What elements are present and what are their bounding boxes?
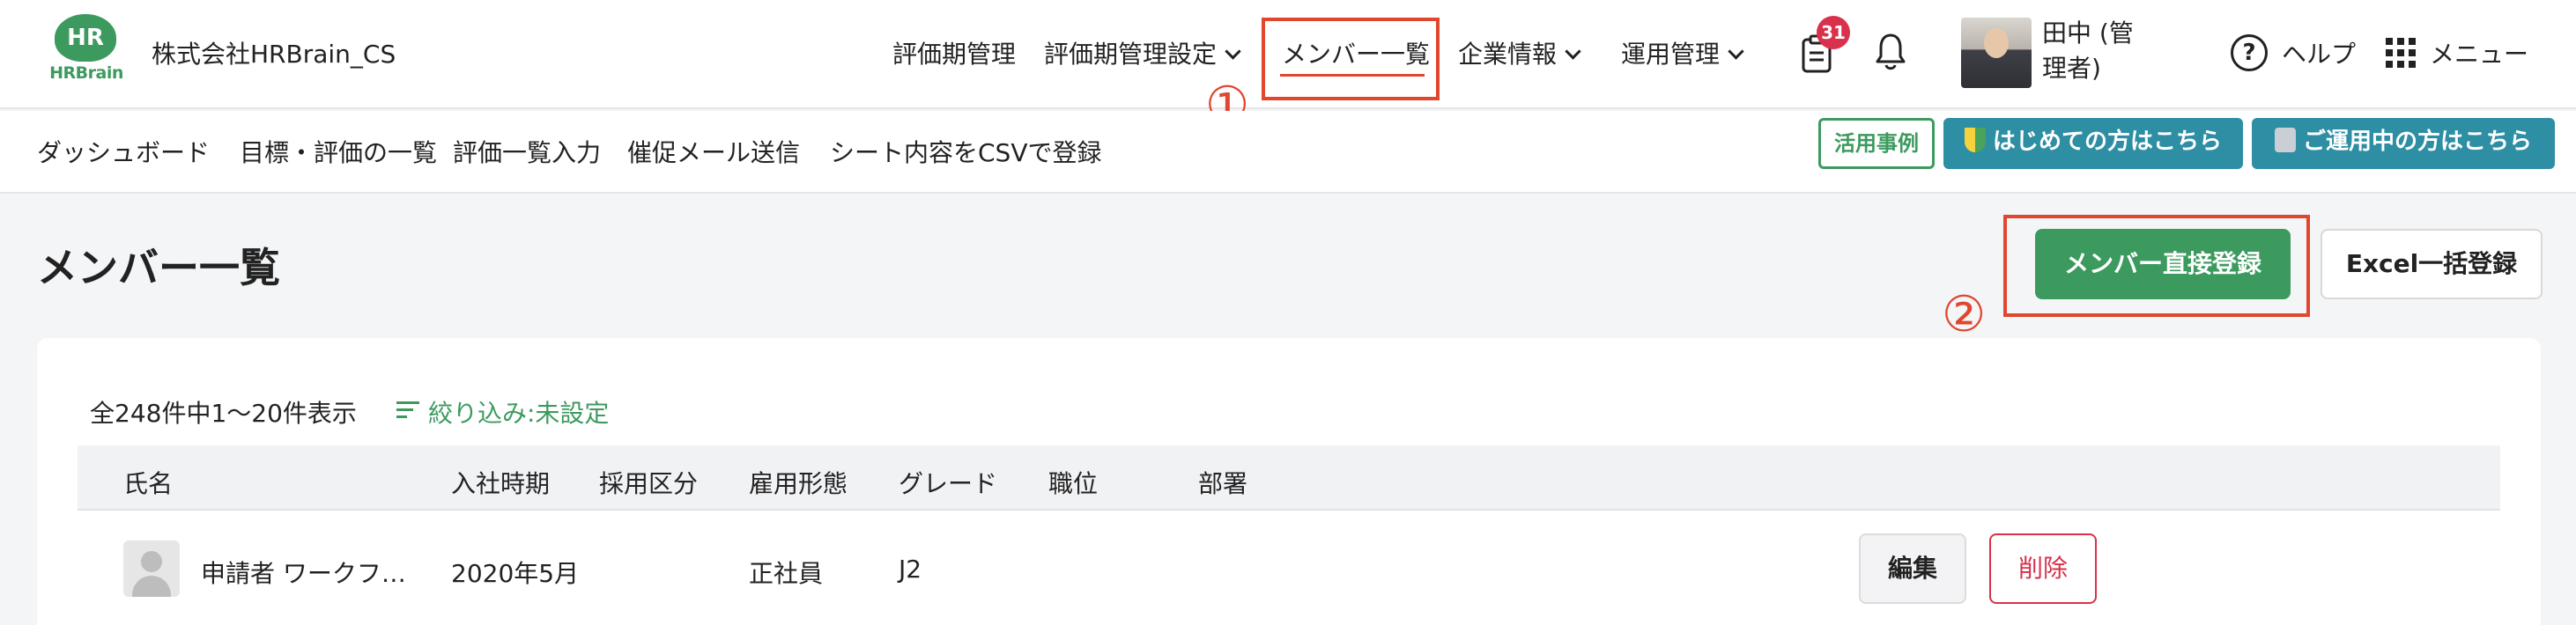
- hrbrain-logo[interactable]: HR HRBrain: [49, 14, 123, 88]
- nav-evaluation-settings-label: 評価期管理設定: [1044, 40, 1218, 69]
- nav-operations[interactable]: 運用管理: [1621, 35, 1744, 70]
- col-name[interactable]: 氏名: [123, 465, 173, 500]
- user-name[interactable]: 田中 (管理者): [2042, 16, 2148, 86]
- col-hire-type[interactable]: 採用区分: [599, 465, 698, 500]
- notification-badge: 31: [1817, 16, 1850, 49]
- person-icon: [2274, 127, 2296, 152]
- nav-operations-label: 運用管理: [1621, 40, 1721, 69]
- page-title: メンバー一覧: [37, 244, 280, 291]
- company-name: 株式会社HRBrain_CS: [152, 40, 396, 69]
- subnav-dashboard[interactable]: ダッシュボード: [37, 134, 210, 169]
- subnav-csv-register[interactable]: シート内容をCSVで登録: [830, 134, 1101, 169]
- top-header: HR HRBrain 株式会社HRBrain_CS 評価期管理 評価期管理設定 …: [0, 0, 2576, 109]
- chevron-down-icon: [1728, 43, 1744, 60]
- in-use-guide-button[interactable]: ご運用中の方はこちら: [2252, 118, 2555, 169]
- subnav-goal-evaluation-list[interactable]: 目標・評価の一覧: [240, 134, 437, 169]
- excel-bulk-register-button[interactable]: Excel一括登録: [2321, 229, 2543, 299]
- step-marker-2: ②: [1942, 286, 1987, 343]
- member-name[interactable]: 申請者 ワークフ…: [201, 555, 406, 590]
- col-joined[interactable]: 入社時期: [451, 465, 550, 500]
- delete-button[interactable]: 削除: [1989, 533, 2097, 604]
- nav-company-info-label: 企業情報: [1458, 40, 1558, 69]
- grid-menu-icon[interactable]: [2386, 38, 2416, 68]
- case-study-button[interactable]: 活用事例: [1818, 118, 1935, 169]
- logo-mark: HR: [55, 14, 116, 62]
- in-use-guide-label: ご運用中の方はこちら: [2302, 129, 2532, 155]
- chevron-down-icon: [1225, 43, 1241, 60]
- member-employment: 正社員: [749, 559, 824, 588]
- nav-company-info[interactable]: 企業情報: [1458, 35, 1581, 70]
- col-department[interactable]: 部署: [1198, 465, 1247, 500]
- nav-evaluation-settings[interactable]: 評価期管理設定: [1044, 35, 1241, 70]
- filter-icon[interactable]: [396, 400, 419, 419]
- bell-icon[interactable]: [1875, 32, 1906, 72]
- beginner-mark-icon: [1964, 127, 1986, 152]
- sub-navigation: ダッシュボード 目標・評価の一覧 評価一覧入力 催促メール送信 シート内容をCS…: [0, 111, 2576, 194]
- member-direct-register-button[interactable]: メンバー直接登録: [2035, 229, 2291, 299]
- first-time-guide-label: はじめての方はこちら: [1992, 129, 2222, 155]
- col-position[interactable]: 職位: [1048, 465, 1098, 500]
- subnav-evaluation-input[interactable]: 評価一覧入力: [453, 134, 601, 169]
- chevron-down-icon: [1565, 43, 1581, 60]
- logo-text: HRBrain: [49, 63, 123, 83]
- menu-link[interactable]: メニュー: [2430, 35, 2528, 70]
- table-header: 氏名 入社時期 採用区分 雇用形態 グレード 職位 部署: [78, 445, 2500, 511]
- first-time-guide-button[interactable]: はじめての方はこちら: [1943, 118, 2243, 169]
- member-grade: J2: [899, 555, 922, 584]
- nav-evaluation-period[interactable]: 評価期管理: [892, 35, 1016, 70]
- member-avatar: [123, 540, 180, 597]
- subnav-reminder-mail[interactable]: 催促メール送信: [627, 134, 800, 169]
- filter-status-link[interactable]: 絞り込み:未設定: [428, 394, 609, 430]
- highlight-frame-member-list: [1262, 18, 1440, 100]
- help-link[interactable]: ヘルプ: [2282, 35, 2356, 70]
- user-avatar[interactable]: [1961, 18, 2032, 88]
- help-icon[interactable]: ?: [2231, 34, 2268, 71]
- result-count: 全248件中1〜20件表示: [90, 399, 357, 428]
- member-joined: 2020年5月: [451, 559, 580, 588]
- col-employment[interactable]: 雇用形態: [749, 465, 848, 500]
- edit-button[interactable]: 編集: [1859, 533, 1966, 604]
- col-grade[interactable]: グレード: [899, 465, 997, 500]
